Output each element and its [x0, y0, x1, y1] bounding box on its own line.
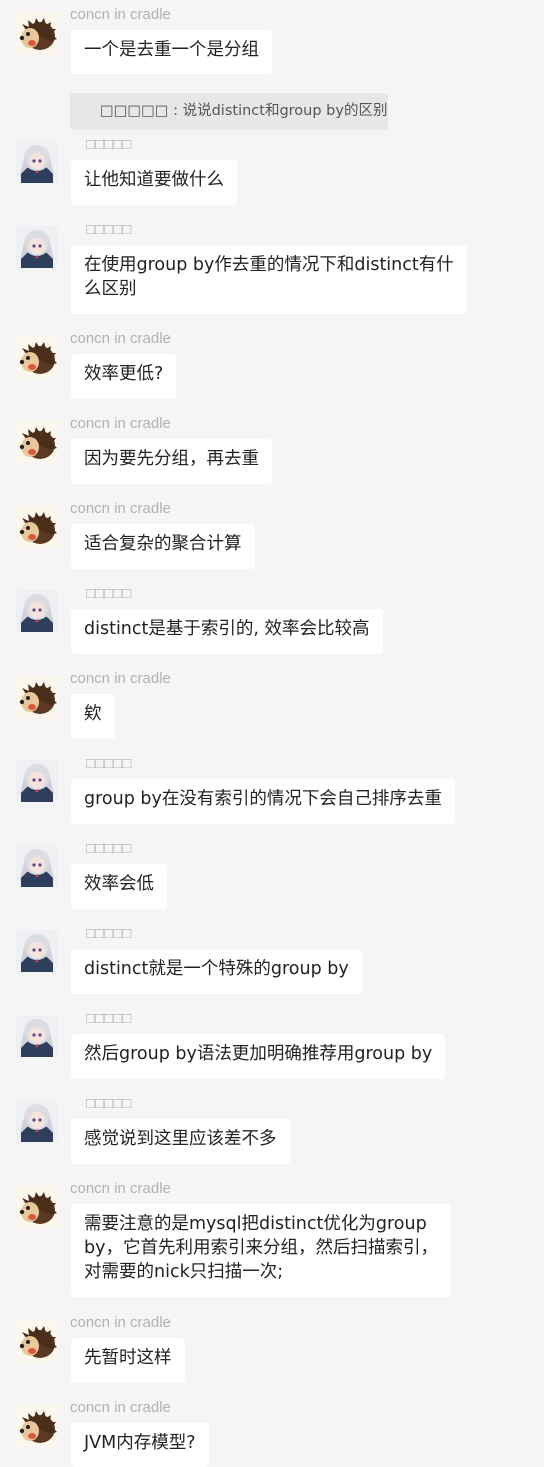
girl-avatar[interactable] [16, 141, 58, 183]
message-bubble: 欸 [71, 694, 115, 739]
sender-name: concn in cradle [70, 1399, 171, 1416]
message-bubble: distinct是基于索引的, 效率会比较高 [71, 609, 383, 654]
sender-name: □□□□□ [86, 585, 132, 602]
sender-name: concn in cradle [70, 1180, 171, 1197]
message-bubble: distinct就是一个特殊的group by [71, 949, 362, 994]
message-bubble: 让他知道要做什么 [71, 160, 237, 205]
quoted-message[interactable]: □□□□□ : 说说distinct和group by的区别 [70, 93, 388, 130]
sender-name: □□□□□ [86, 1010, 132, 1027]
message-bubble: 因为要先分组，再去重 [71, 439, 272, 484]
hedgehog-avatar[interactable] [16, 421, 58, 463]
sender-name: □□□□□ [86, 840, 132, 857]
message-bubble: 效率会低 [71, 864, 167, 909]
sender-name: concn in cradle [70, 1314, 171, 1331]
sender-name: □□□□□ [86, 925, 132, 942]
message-bubble: 然后group by语法更加明确推荐用group by [71, 1034, 446, 1079]
hedgehog-avatar[interactable] [16, 676, 58, 718]
hedgehog-avatar[interactable] [16, 1405, 58, 1447]
girl-avatar[interactable] [16, 760, 58, 802]
message-bubble: 效率更低? [71, 354, 177, 399]
girl-avatar[interactable] [16, 590, 58, 632]
hedgehog-avatar[interactable] [16, 12, 58, 54]
girl-avatar[interactable] [16, 845, 58, 887]
message-bubble: 需要注意的是mysql把distinct优化为group by，它首先利用索引来… [71, 1204, 451, 1297]
sender-name: □□□□□ [86, 136, 132, 153]
girl-avatar[interactable] [16, 930, 58, 972]
hedgehog-avatar[interactable] [16, 506, 58, 548]
message-bubble: 在使用group by作去重的情况下和distinct有什 么区别 [71, 245, 467, 314]
sender-name: concn in cradle [70, 6, 171, 23]
hedgehog-avatar[interactable] [16, 1320, 58, 1362]
message-bubble: 感觉说到这里应该差不多 [71, 1119, 290, 1164]
message-bubble: 适合复杂的聚合计算 [71, 524, 255, 569]
girl-avatar[interactable] [16, 226, 58, 268]
message-bubble: 一个是去重一个是分组 [71, 30, 272, 74]
hedgehog-avatar[interactable] [16, 336, 58, 378]
sender-name: concn in cradle [70, 670, 171, 687]
sender-name: □□□□□ [86, 221, 132, 238]
sender-name: concn in cradle [70, 330, 171, 347]
girl-avatar[interactable] [16, 1100, 58, 1142]
message-bubble: JVM内存模型? [71, 1423, 209, 1467]
message-bubble: 先暂时这样 [71, 1338, 185, 1383]
sender-name: concn in cradle [70, 415, 171, 432]
sender-name: □□□□□ [86, 1095, 132, 1112]
sender-name: concn in cradle [70, 500, 171, 517]
chat-history: concn in cradle 一个是去重一个是分组 □□□□□ : 说说dis… [0, 0, 544, 1467]
hedgehog-avatar[interactable] [16, 1186, 58, 1228]
girl-avatar[interactable] [16, 1015, 58, 1057]
message-bubble: group by在没有索引的情况下会自己排序去重 [71, 779, 455, 824]
sender-name: □□□□□ [86, 755, 132, 772]
